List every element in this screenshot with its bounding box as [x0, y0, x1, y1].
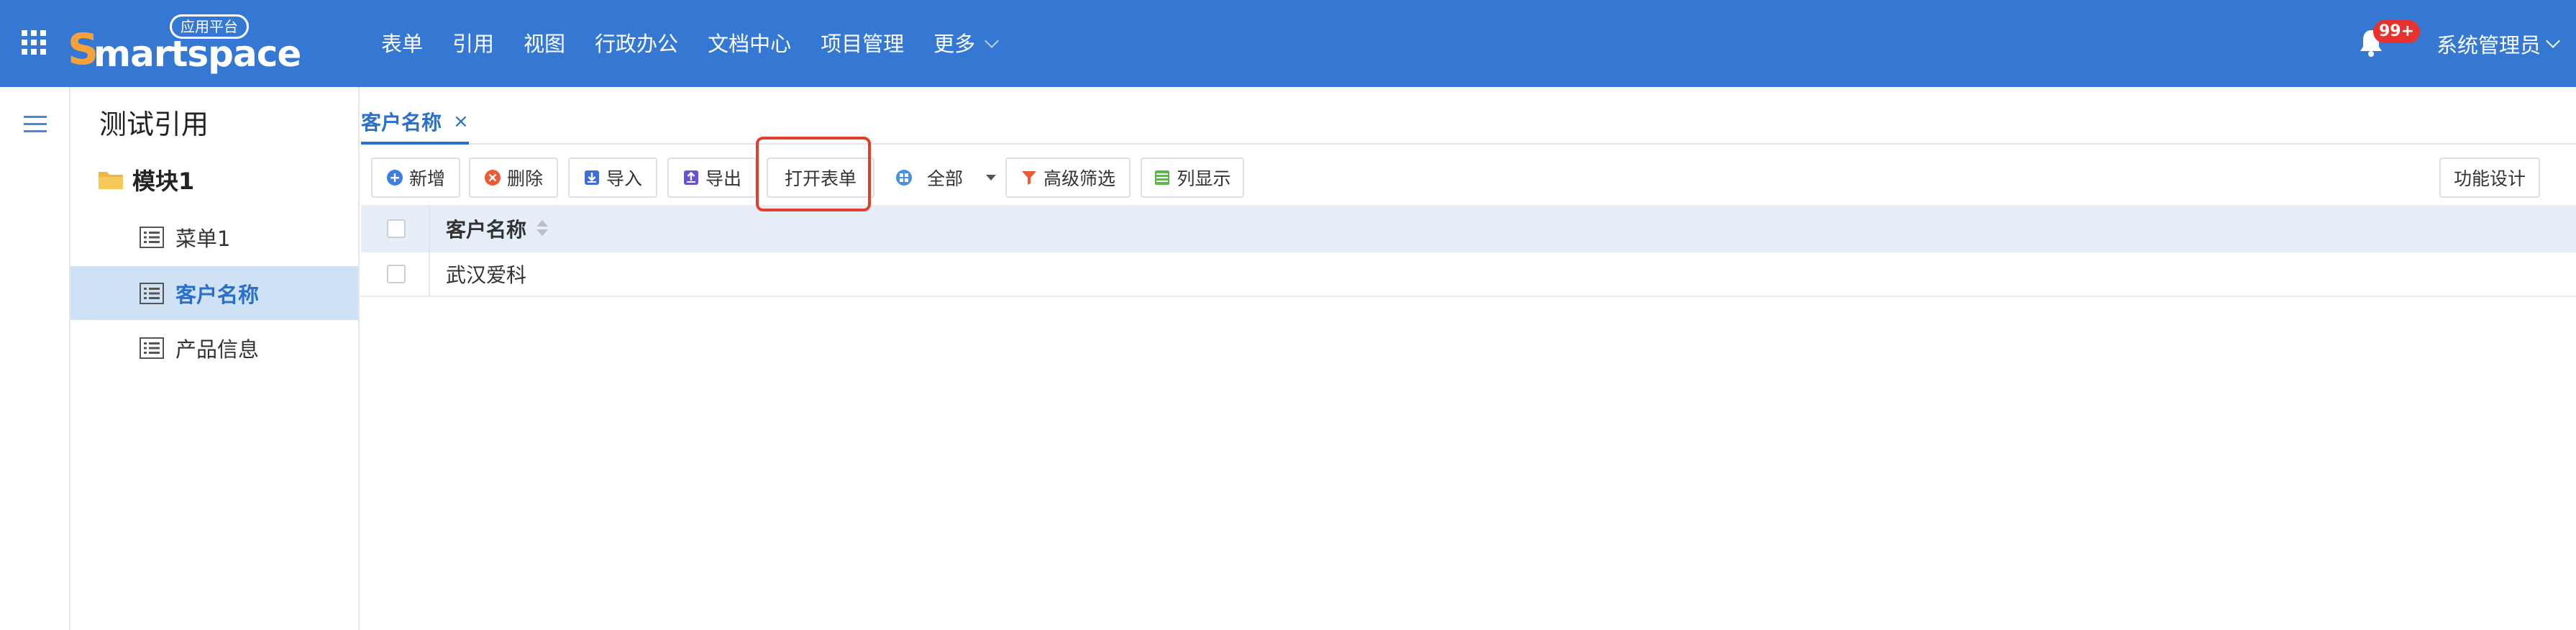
tab-customer-name[interactable]: 客户名称 ×	[361, 100, 469, 143]
column-display-button[interactable]: 列显示	[1141, 158, 1244, 198]
sidebar-item-product-info[interactable]: 产品信息	[70, 321, 358, 375]
nav-item-references[interactable]: 引用	[452, 26, 494, 62]
nav-item-forms[interactable]: 表单	[381, 26, 423, 62]
chevron-down-icon	[985, 34, 1000, 48]
logo[interactable]: S martspace 应用平台	[68, 14, 301, 76]
close-icon[interactable]: ×	[453, 111, 469, 132]
nav-item-project-management[interactable]: 项目管理	[821, 26, 904, 62]
list-icon	[140, 282, 164, 304]
tree-module-item[interactable]: 模块1	[98, 162, 194, 198]
chevron-down-icon	[2546, 34, 2560, 48]
sidebar-item-label: 客户名称	[175, 282, 260, 307]
column-header-label: 客户名称	[446, 218, 527, 242]
filter-all-label: 全部	[926, 168, 963, 189]
folder-icon	[99, 172, 123, 189]
filter-all-dropdown[interactable]: 全部	[885, 158, 1008, 198]
nav-item-more[interactable]: 更多	[933, 26, 1000, 62]
column-header-customer-name[interactable]: 客户名称	[446, 205, 549, 252]
table-header: 客户名称	[361, 205, 2576, 252]
logo-badge: 应用平台	[170, 14, 249, 39]
filter-icon	[1021, 171, 1036, 185]
menu-toggle-icon[interactable]	[24, 116, 47, 133]
highlight-annotation-box	[756, 137, 871, 211]
plus-circle-icon	[386, 170, 403, 186]
tab-bar: 客户名称 ×	[361, 87, 2576, 145]
main-content: 客户名称 × 新增 删除 导入 导出 打开表单 全部 高级筛选 列显示 功能设计…	[361, 87, 2576, 630]
table-cell: 武汉爱科	[446, 263, 527, 287]
nav-item-views[interactable]: 视图	[524, 26, 565, 62]
list-icon	[140, 226, 164, 248]
export-icon	[683, 170, 698, 185]
active-tab-indicator	[361, 142, 469, 145]
advanced-filter-button[interactable]: 高级筛选	[1005, 158, 1131, 198]
top-header: S martspace 应用平台 表单 引用 视图 行政办公 文档中心 项目管理…	[0, 0, 2576, 87]
import-label: 导入	[606, 168, 642, 189]
sort-icon[interactable]	[536, 220, 549, 237]
sidebar-title: 测试引用	[99, 109, 209, 140]
function-design-label: 功能设计	[2453, 168, 2526, 189]
add-label: 新增	[408, 168, 445, 189]
row-checkbox[interactable]	[387, 265, 406, 283]
add-button[interactable]: 新增	[371, 158, 460, 198]
tree-module-label: 模块1	[132, 168, 195, 195]
caret-down-icon	[986, 175, 996, 181]
notification-badge: 99+	[2373, 20, 2421, 43]
select-all-checkbox[interactable]	[387, 219, 406, 238]
main-nav: 表单 引用 视图 行政办公 文档中心 项目管理 更多	[381, 26, 1026, 62]
sidebar-item-label: 菜单1	[175, 226, 231, 251]
app-grid-icon[interactable]	[22, 30, 46, 55]
grid-circle-icon	[895, 170, 912, 186]
delete-label: 删除	[506, 168, 543, 189]
tree-sidebar: 测试引用 模块1 菜单1 客户名称 产品信息	[70, 87, 360, 630]
user-name: 系统管理员	[2436, 33, 2541, 58]
import-icon	[584, 170, 599, 185]
column-divider	[429, 252, 430, 296]
nav-item-admin-office[interactable]: 行政办公	[595, 26, 678, 62]
export-button[interactable]: 导出	[667, 158, 757, 198]
table-row[interactable]: 武汉爱科	[361, 252, 2576, 297]
sidebar-item-customer-name[interactable]: 客户名称	[70, 266, 358, 320]
advanced-filter-label: 高级筛选	[1043, 168, 1115, 189]
left-rail	[0, 87, 70, 630]
tab-label: 客户名称	[361, 111, 442, 134]
function-design-button[interactable]: 功能设计	[2439, 158, 2540, 198]
nav-item-document-center[interactable]: 文档中心	[708, 26, 791, 62]
columns-icon	[1155, 170, 1170, 185]
export-label: 导出	[705, 168, 741, 189]
list-icon	[140, 337, 164, 359]
column-display-label: 列显示	[1177, 168, 1231, 189]
delete-circle-icon	[484, 170, 501, 186]
import-button[interactable]: 导入	[568, 158, 657, 198]
column-divider	[429, 205, 430, 252]
sidebar-item-menu1[interactable]: 菜单1	[70, 210, 358, 264]
delete-button[interactable]: 删除	[469, 158, 558, 198]
toolbar: 新增 删除 导入 导出 打开表单 全部 高级筛选 列显示 功能设计	[371, 158, 2572, 198]
nav-more-label: 更多	[933, 32, 976, 56]
sidebar-item-label: 产品信息	[175, 337, 260, 362]
user-menu[interactable]: 系统管理员	[2436, 26, 2560, 62]
